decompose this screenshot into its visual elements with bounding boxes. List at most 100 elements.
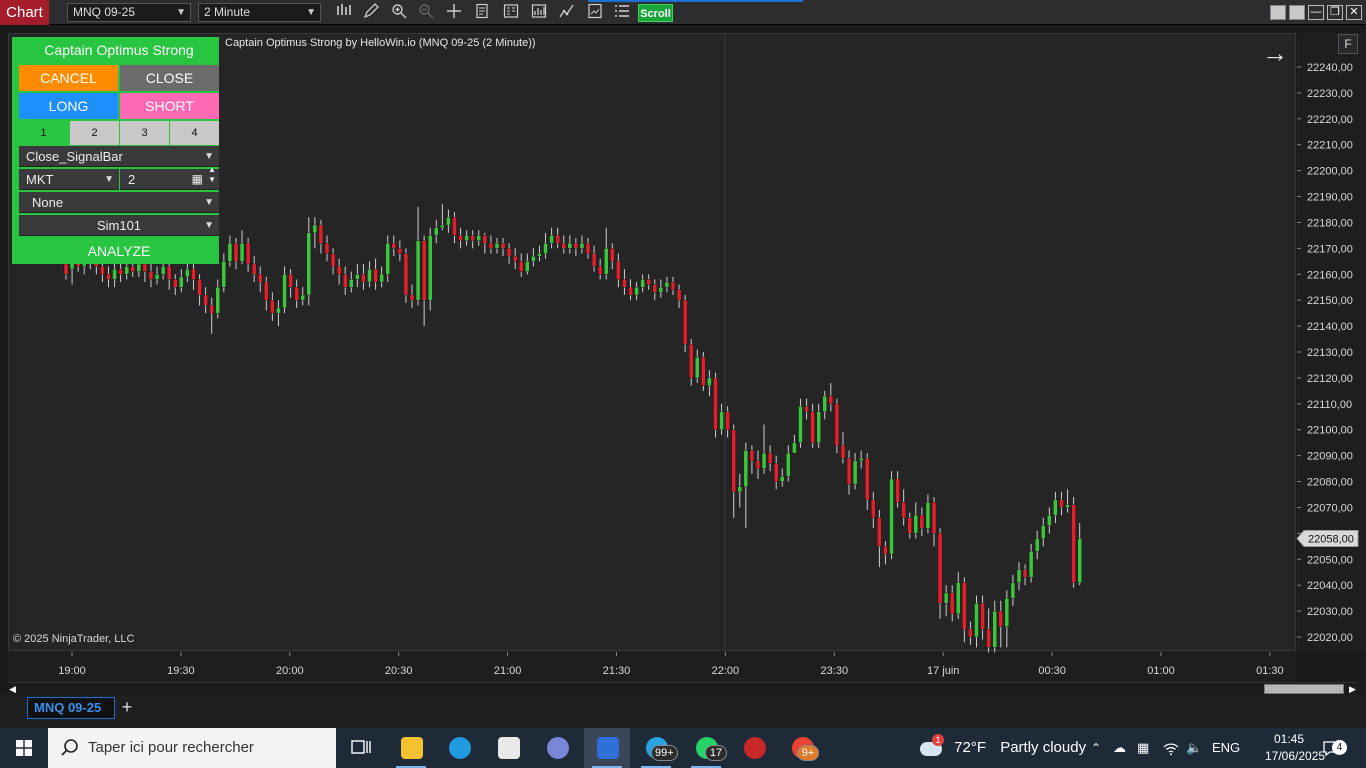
quantity-stepper[interactable]: 2 ▦ ▲ ▼ — [120, 165, 219, 190]
taskbar-app-red[interactable] — [731, 728, 777, 768]
candle-up — [1053, 499, 1058, 516]
cancel-button[interactable]: CANCEL — [19, 65, 118, 91]
clock-date: 17/06/2025 — [1265, 749, 1326, 763]
taskbar-app-circle[interactable] — [534, 728, 580, 768]
task-view-button[interactable] — [337, 728, 383, 768]
candle-up — [434, 227, 439, 236]
candle-up — [1034, 538, 1040, 552]
candle-down — [148, 271, 154, 280]
tray-overflow-icon[interactable]: ⌃ — [1091, 728, 1101, 768]
f-button[interactable]: F — [1338, 34, 1358, 54]
taskbar-ninjatrader[interactable] — [584, 728, 630, 768]
scroll-right-icon[interactable]: ▶ — [1349, 683, 1356, 695]
taskbar-store[interactable] — [485, 728, 531, 768]
time-label: 01:30 — [1256, 665, 1284, 677]
weather-temperature: 72°F — [954, 739, 987, 756]
weather-cloud-icon: 1 — [918, 734, 944, 759]
long-button[interactable]: LONG — [19, 93, 118, 119]
windows-logo-icon — [16, 740, 32, 756]
candle-down — [324, 242, 330, 254]
weather-widget[interactable]: 1 72°F Partly cloudy — [918, 728, 1086, 768]
taskbar-file-explorer[interactable] — [388, 728, 434, 768]
candle-up — [658, 287, 664, 293]
candle-down — [773, 463, 779, 482]
price-label: 22240,00 — [1307, 62, 1353, 74]
taskbar-search-input[interactable]: Taper ici pour rechercher — [48, 728, 336, 768]
candle-down — [288, 274, 293, 288]
taskbar-telegram[interactable]: 99+ — [633, 728, 679, 768]
wifi-icon[interactable] — [1163, 728, 1179, 768]
candle-down — [689, 344, 694, 379]
candle-up — [640, 279, 645, 288]
analyze-button[interactable]: ANALYZE — [19, 238, 219, 264]
tab-3[interactable]: 3 — [120, 121, 169, 145]
chrome-badge: 9+ — [797, 745, 819, 761]
spinner-arrows-icon[interactable]: ▲ ▼ — [208, 165, 216, 185]
candle-down — [871, 499, 876, 519]
candle-down — [937, 533, 943, 604]
atm-strategy-dropdown[interactable]: None ▼ — [19, 192, 219, 213]
windows-start-button[interactable] — [0, 728, 48, 768]
scroll-left-icon[interactable]: ◀ — [9, 683, 16, 695]
weather-alert-badge: 1 — [932, 734, 944, 747]
candle-up — [1065, 504, 1070, 508]
short-button[interactable]: SHORT — [120, 93, 219, 119]
candle-up — [312, 224, 318, 234]
candle-up — [549, 235, 554, 244]
tab-1[interactable]: 1 — [19, 121, 68, 145]
notification-center-button[interactable]: 4 — [1322, 728, 1347, 768]
candle-up — [925, 502, 931, 529]
candle-down — [191, 268, 196, 280]
candle-down — [452, 217, 457, 236]
calculator-icon[interactable]: ▦ — [192, 169, 203, 190]
candle-up — [664, 281, 670, 288]
candle-up — [185, 268, 190, 278]
price-label: 22220,00 — [1307, 114, 1353, 126]
volume-icon[interactable]: 🔈 — [1186, 728, 1202, 768]
language-indicator[interactable]: ENG — [1212, 728, 1240, 768]
taskbar-edge[interactable] — [436, 728, 482, 768]
system-clock[interactable]: 01:45 17/06/2025 — [1265, 731, 1326, 765]
ime-icon[interactable]: ▦ — [1137, 728, 1149, 768]
order-type-dropdown[interactable]: MKT ▼ — [19, 169, 119, 190]
horizontal-scrollbar[interactable]: ◀ ▶ — [8, 682, 1358, 695]
arrow-right-icon[interactable]: → — [1262, 38, 1288, 68]
candle-up — [440, 224, 445, 228]
candle-down — [883, 546, 888, 555]
candle-down — [106, 274, 111, 280]
account-dropdown[interactable]: Sim101 ▼ — [19, 215, 219, 236]
taskbar-whatsapp[interactable]: 17 — [683, 728, 729, 768]
candle-down — [755, 460, 761, 469]
chevron-down-icon: ▼ — [204, 220, 214, 231]
candle-up — [707, 377, 712, 386]
time-label: 00:30 — [1038, 665, 1066, 677]
close-button[interactable]: CLOSE — [120, 65, 219, 91]
candle-down — [767, 452, 773, 464]
candle-down — [895, 478, 900, 503]
tab-2[interactable]: 2 — [70, 121, 119, 145]
taskbar-chrome[interactable]: 9+ — [779, 728, 825, 768]
tab-4[interactable]: 4 — [170, 121, 219, 145]
candle-up — [852, 460, 858, 485]
chevron-down-icon: ▼ — [104, 174, 114, 185]
onedrive-icon[interactable]: ☁ — [1113, 728, 1126, 768]
candle-down — [500, 242, 506, 249]
app-circle-icon — [547, 737, 569, 759]
candle-up — [1047, 515, 1052, 526]
candle-down — [585, 242, 591, 254]
price-label: 22170,00 — [1307, 243, 1353, 255]
candle-down — [373, 268, 378, 283]
candle-up — [543, 242, 548, 254]
candle-down — [646, 279, 651, 285]
tab-mnq[interactable]: MNQ 09-25 — [27, 697, 115, 719]
candle-down — [616, 261, 621, 280]
candle-up — [428, 235, 433, 301]
candle-down — [482, 235, 488, 244]
strategy-control-panel: Captain Optimus Strong CANCEL CLOSE LONG… — [12, 37, 219, 264]
close-mode-dropdown[interactable]: Close_SignalBar ▼ — [19, 146, 219, 167]
candle-up — [792, 442, 797, 454]
store-icon — [498, 737, 520, 759]
scrollbar-thumb[interactable] — [1264, 684, 1344, 694]
add-tab-button[interactable]: + — [117, 697, 137, 719]
price-label: 22160,00 — [1307, 269, 1353, 281]
